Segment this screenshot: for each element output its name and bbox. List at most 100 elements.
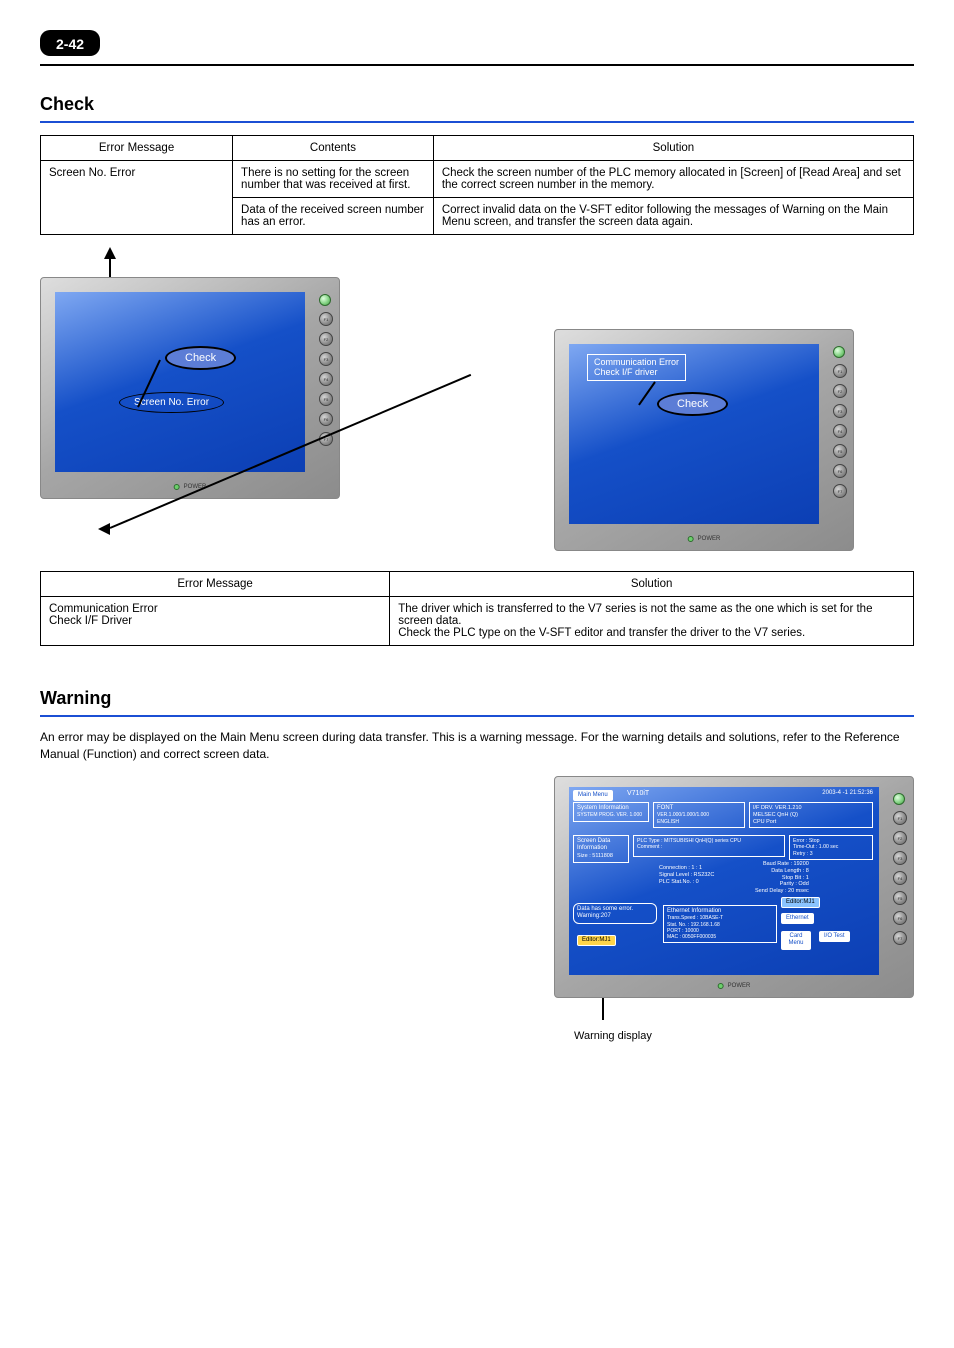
- f-button[interactable]: F6: [893, 911, 907, 925]
- f-button[interactable]: F1: [893, 811, 907, 825]
- editor-mj1-button[interactable]: Editor:MJ1: [577, 935, 616, 947]
- system-led-icon: [319, 294, 331, 306]
- data-error: Data has some error.: [577, 906, 653, 914]
- f-button[interactable]: F2: [319, 332, 333, 346]
- caption-pointer-line: [602, 998, 604, 1020]
- check-button-label: Check: [185, 352, 216, 364]
- f-button[interactable]: F4: [833, 424, 847, 438]
- f-button[interactable]: F2: [893, 831, 907, 845]
- devices-illustration: Check Screen No. Error F1 F2 F3 F4 F5 F6…: [40, 249, 914, 559]
- check-button-label: Check: [677, 398, 708, 410]
- power-indicator: POWER: [688, 536, 721, 542]
- f-button[interactable]: F3: [319, 352, 333, 366]
- section-warning-title: Warning: [40, 688, 914, 709]
- screen-no-error-ellipse: Screen No. Error: [119, 392, 224, 413]
- table-row: Screen No. Error There is no setting for…: [41, 161, 914, 198]
- f-button[interactable]: F4: [893, 871, 907, 885]
- f-button[interactable]: F5: [893, 891, 907, 905]
- device-1: Check Screen No. Error F1 F2 F3 F4 F5 F6…: [40, 277, 340, 499]
- f-button[interactable]: F5: [319, 392, 333, 406]
- td-solution: Correct invalid data on the V-SFT editor…: [433, 198, 913, 235]
- info-label: Information: [577, 845, 625, 853]
- editor-mj1-top-button[interactable]: Editor:MJ1: [781, 897, 820, 909]
- card-menu-button[interactable]: Card Menu: [781, 931, 811, 950]
- ethernet-info-box: Ethernet Information Trans.Speed : 10BAS…: [663, 905, 777, 944]
- datetime: 2003-4 -1 21:52:36: [822, 790, 873, 798]
- f-button[interactable]: F5: [833, 444, 847, 458]
- f-button[interactable]: F1: [833, 364, 847, 378]
- td-contents: There is no setting for the screen numbe…: [233, 161, 434, 198]
- screen-no-error-label: Screen No. Error: [134, 397, 209, 408]
- th-error-message: Error Message: [41, 136, 233, 161]
- signal: Signal Level : RS232C: [659, 872, 714, 879]
- check-table-1: Error Message Contents Solution Screen N…: [40, 135, 914, 235]
- power-label: POWER: [698, 536, 721, 542]
- stop-bit: Stop Bit : 1: [755, 875, 809, 882]
- check-button-device1[interactable]: Check: [165, 346, 236, 370]
- data-error-box: Data has some error. Warning:207: [573, 903, 657, 924]
- data-len: Data Length : 8: [755, 868, 809, 875]
- plc-stat: PLC Stat.No. : 0: [659, 879, 714, 886]
- f-button[interactable]: F3: [893, 851, 907, 865]
- f-button[interactable]: F3: [833, 404, 847, 418]
- power-label: POWER: [728, 983, 751, 989]
- font-lang: ENGLISH: [657, 819, 741, 825]
- warning-paragraph: An error may be displayed on the Main Me…: [40, 729, 914, 764]
- screen-data-title: Screen Data: [577, 838, 625, 846]
- table-row: Communication Error Check I/F Driver The…: [41, 597, 914, 646]
- sys-prog: SYSTEM PROG. VER. 1.000: [577, 812, 645, 818]
- comment: Comment :: [637, 844, 781, 851]
- th-solution: Solution: [390, 572, 914, 597]
- td-solution: Check the screen number of the PLC memor…: [433, 161, 913, 198]
- font-box: FONT VER.1.000/1.000/1.000 ENGLISH: [653, 802, 745, 828]
- screen-data-box: Screen Data Information Size : 5111808: [573, 835, 629, 863]
- f-button[interactable]: F4: [319, 372, 333, 386]
- check-button-device2[interactable]: Check: [657, 392, 728, 416]
- power-indicator: POWER: [718, 983, 751, 989]
- side-buttons: F1 F2 F3 F4 F5 F6 F7: [319, 294, 333, 446]
- page-number-tag: 2-42: [40, 30, 100, 56]
- section-check-underline: [40, 121, 914, 123]
- header-divider: [40, 64, 914, 66]
- side-buttons: F1 F2 F3 F4 F5 F6 F7: [833, 346, 847, 498]
- model-label: V710iT: [627, 790, 649, 799]
- detail-device: Main Menu V710iT 2003-4 -1 21:52:36 Syst…: [554, 776, 914, 998]
- device-2-screen: Communication Error Check I/F driver Che…: [569, 344, 819, 524]
- power-led-icon: [174, 484, 180, 490]
- device-2: Communication Error Check I/F driver Che…: [554, 329, 854, 551]
- system-info-box: System Information SYSTEM PROG. VER. 1.0…: [573, 802, 649, 822]
- f-button[interactable]: F7: [833, 484, 847, 498]
- detail-device-screen: Main Menu V710iT 2003-4 -1 21:52:36 Syst…: [569, 787, 879, 975]
- th-error-message: Error Message: [41, 572, 390, 597]
- parity: Parity : Odd: [755, 881, 809, 888]
- power-led-icon: [688, 536, 694, 542]
- if-drv-box: I/F DRV. VER.1.210 MELSEC QnH (Q) CPU Po…: [749, 802, 873, 829]
- th-solution: Solution: [433, 136, 913, 161]
- ethernet-button[interactable]: Ethernet: [781, 913, 814, 925]
- side-buttons: F1 F2 F3 F4 F5 F6 F7: [893, 793, 907, 945]
- comm-error-text: Communication Error: [594, 357, 679, 367]
- td-solution: The driver which is transferred to the V…: [390, 597, 914, 646]
- plc-name: MELSEC QnH (Q): [753, 812, 869, 819]
- td-msg: Screen No. Error: [41, 161, 233, 235]
- f-button[interactable]: F1: [319, 312, 333, 326]
- inner-arrow-line: [638, 381, 656, 405]
- check-table-2: Error Message Solution Communication Err…: [40, 571, 914, 646]
- f-button[interactable]: F7: [893, 931, 907, 945]
- main-menu-button[interactable]: Main Menu: [573, 790, 613, 802]
- system-led-icon: [893, 793, 905, 805]
- check-if-text: Check I/F driver: [594, 367, 679, 377]
- plc-type-box: PLC Type : MITSUBISHI QnH(Q) series CPU …: [633, 835, 785, 857]
- arrow-head-icon: [98, 523, 110, 535]
- power-led-icon: [718, 983, 724, 989]
- io-test-button[interactable]: I/O Test: [819, 931, 850, 943]
- mac: MAC : 0050FF000035: [667, 934, 773, 940]
- f-button[interactable]: F2: [833, 384, 847, 398]
- f-button[interactable]: F6: [833, 464, 847, 478]
- warning-display-caption: Warning display: [574, 1030, 914, 1042]
- section-warning-underline: [40, 715, 914, 717]
- f-button[interactable]: F6: [319, 412, 333, 426]
- device-1-screen: Check Screen No. Error: [55, 292, 305, 472]
- sys-info-title: System Information: [577, 805, 645, 813]
- font-title: FONT: [657, 805, 741, 813]
